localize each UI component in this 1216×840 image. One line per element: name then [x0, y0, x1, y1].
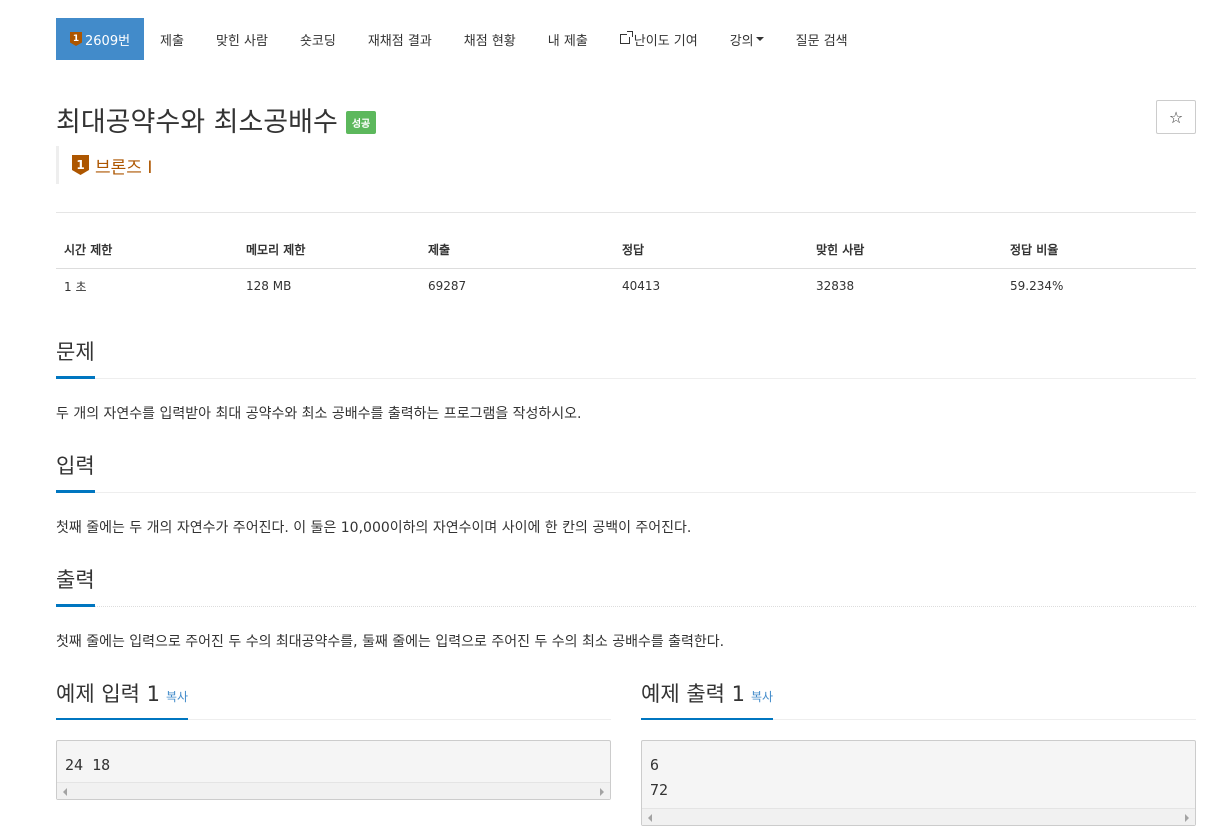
table-header-row: 시간 제한 메모리 제한 제출 정답 맞힌 사람 정답 비율 — [56, 232, 1196, 269]
problem-title-row: 최대공약수와 최소공배수 성공 — [56, 100, 377, 139]
tab-problem-label: 2609번 — [85, 33, 131, 49]
tab-problem[interactable]: 1 2609번 — [56, 18, 145, 60]
tier-label[interactable]: 브론즈 I — [95, 153, 152, 178]
header-accepted: 정답 — [614, 232, 808, 269]
tab-difficulty-contrib[interactable]: 난이도 기여 — [604, 18, 714, 60]
sample-output-box[interactable]: 6 72 — [641, 740, 1196, 826]
tab-lectures-label: 강의 — [729, 33, 754, 49]
value-solved-users: 32838 — [816, 279, 855, 294]
tab-my-submissions[interactable]: 내 제출 — [532, 18, 604, 60]
horizontal-scrollbar[interactable] — [642, 808, 1195, 825]
problem-info-table: 시간 제한 메모리 제한 제출 정답 맞힌 사람 정답 비율 1 초 128 M… — [56, 232, 1196, 304]
caret-down-icon — [755, 37, 764, 41]
divider — [56, 212, 1196, 213]
tab-submit[interactable]: 제출 — [144, 18, 200, 60]
value-time-limit: 1 초 — [64, 279, 87, 294]
sample-input-header: 예제 입력 1 복사 — [56, 678, 611, 720]
input-description: 첫째 줄에는 두 개의 자연수가 주어진다. 이 둘은 10,000이하의 자연… — [56, 520, 692, 536]
sample-input-title: 예제 입력 1 — [56, 682, 160, 706]
problem-section-header: 문제 — [56, 336, 1196, 379]
external-link-icon — [619, 31, 633, 44]
input-section-title: 입력 — [56, 450, 95, 493]
scroll-right-icon[interactable] — [600, 788, 604, 796]
result-badge: 성공 — [345, 111, 377, 134]
value-accepted: 40413 — [622, 279, 661, 294]
sample-output-title: 예제 출력 1 — [641, 682, 745, 706]
scroll-right-icon[interactable] — [1185, 814, 1189, 822]
value-ratio: 59.234% — [1010, 279, 1064, 294]
horizontal-scrollbar[interactable] — [57, 782, 610, 799]
tab-status[interactable]: 채점 현황 — [448, 18, 532, 60]
tab-question-search[interactable]: 질문 검색 — [780, 18, 864, 60]
problem-description: 두 개의 자연수를 입력받아 최대 공약수와 최소 공배수를 출력하는 프로그램… — [56, 406, 582, 422]
tab-difficulty-label: 난이도 기여 — [633, 33, 698, 49]
sample-output-lines: 6 72 — [642, 741, 1195, 803]
scroll-left-icon[interactable] — [648, 814, 652, 822]
problem-section-title: 문제 — [56, 336, 95, 379]
tab-short-coding[interactable]: 숏코딩 — [284, 18, 352, 60]
sample-output-line: 6 — [650, 756, 660, 774]
output-section-header: 출력 — [56, 564, 1196, 607]
table-row: 1 초 128 MB 69287 40413 32838 59.234% — [56, 268, 1196, 304]
favorite-button[interactable]: ☆ — [1156, 100, 1196, 134]
sample-input-box[interactable]: 24 18 — [56, 740, 611, 800]
header-memory-limit: 메모리 제한 — [238, 232, 420, 269]
header-ratio: 정답 비율 — [1002, 232, 1196, 269]
sample-output-line: 72 — [650, 781, 669, 799]
sample-input-line: 24 18 — [65, 756, 111, 774]
output-description: 첫째 줄에는 입력으로 주어진 두 수의 최대공약수를, 둘째 줄에는 입력으로… — [56, 634, 725, 650]
problem-title: 최대공약수와 최소공배수 — [56, 107, 338, 138]
value-submissions: 69287 — [428, 279, 467, 294]
tab-solved-users[interactable]: 맞힌 사람 — [200, 18, 284, 60]
sample-output-heading: 예제 출력 1 복사 — [641, 678, 774, 720]
sample-input-heading: 예제 입력 1 복사 — [56, 678, 189, 720]
problem-tabs: 1 2609번 제출 맞힌 사람 숏코딩 재채점 결과 채점 현황 내 제출 난… — [56, 18, 864, 60]
bronze-tier-icon: 1 — [72, 155, 89, 175]
star-icon: ☆ — [1168, 107, 1184, 127]
scroll-left-icon[interactable] — [63, 788, 67, 796]
tab-lectures[interactable]: 강의 — [714, 18, 780, 60]
sample-output-header: 예제 출력 1 복사 — [641, 678, 1196, 720]
bronze-tier-icon: 1 — [70, 32, 82, 46]
header-solved-users: 맞힌 사람 — [808, 232, 1002, 269]
output-section-title: 출력 — [56, 564, 95, 607]
header-submissions: 제출 — [420, 232, 614, 269]
copy-sample-output-button[interactable]: 복사 — [751, 690, 773, 704]
header-time-limit: 시간 제한 — [56, 232, 238, 269]
value-memory-limit: 128 MB — [246, 279, 292, 294]
tier-block: 1 브론즈 I — [56, 146, 152, 184]
tab-rejudge[interactable]: 재채점 결과 — [352, 18, 448, 60]
copy-sample-input-button[interactable]: 복사 — [166, 690, 188, 704]
input-section-header: 입력 — [56, 450, 1196, 493]
